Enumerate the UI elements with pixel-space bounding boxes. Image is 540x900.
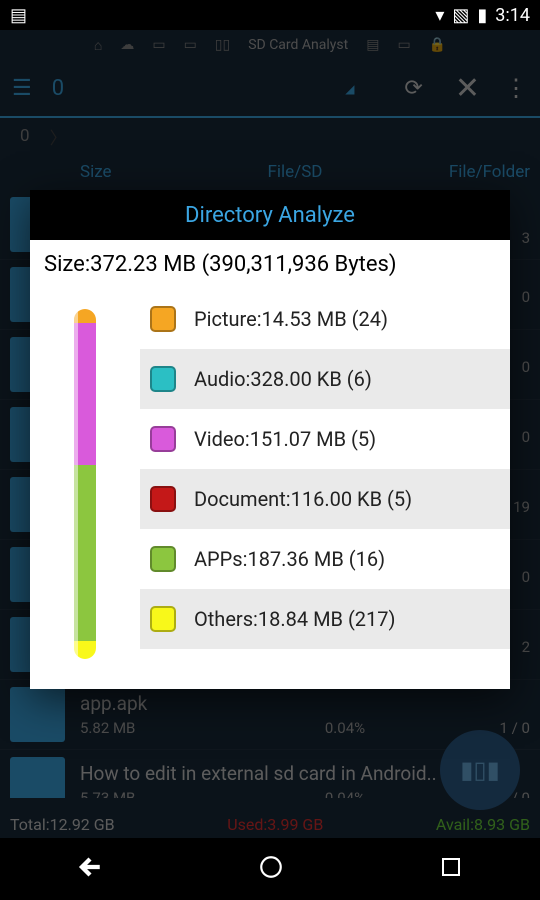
bar-segment xyxy=(74,641,96,659)
usage-bar-column xyxy=(30,289,140,689)
chat-icon[interactable]: ▭ xyxy=(397,37,410,53)
file-name: app.apk xyxy=(80,692,530,715)
screen-icon[interactable]: ▭ xyxy=(184,37,197,53)
nav-back-icon[interactable] xyxy=(77,854,103,884)
nav-bar xyxy=(0,838,540,900)
dialog-size-line: Size:372.23 MB (390,311,936 Bytes) xyxy=(30,240,510,289)
color-swatch xyxy=(150,366,176,392)
pc-icon[interactable]: ▭ xyxy=(152,37,165,53)
usage-vertical-bar xyxy=(74,309,96,659)
col-size[interactable]: Size xyxy=(80,162,180,182)
app-title: SD Card Analyst xyxy=(248,37,348,53)
category-label: APPs:187.36 MB (16) xyxy=(194,547,385,571)
file-size: 5.73 MB xyxy=(80,789,220,798)
category-row[interactable]: Document:116.00 KB (5) xyxy=(140,469,510,529)
home-icon[interactable]: ⌂ xyxy=(94,37,102,54)
color-swatch xyxy=(150,546,176,572)
cloud-icon[interactable]: ☁ xyxy=(120,37,134,53)
category-label: Audio:328.00 KB (6) xyxy=(194,367,372,391)
list-icon[interactable]: ☰ xyxy=(12,76,32,101)
category-label: Picture:14.53 MB (24) xyxy=(194,307,388,331)
file-thumb xyxy=(10,757,65,798)
wifi-icon: ▾ xyxy=(435,5,444,26)
bar-segment xyxy=(74,309,96,323)
bar-segment xyxy=(74,465,96,641)
status-bar: ▤ ▾ ▧ ▮ 3:14 xyxy=(0,0,540,30)
col-file-folder[interactable]: File/Folder xyxy=(410,162,530,182)
category-row[interactable]: Video:151.07 MB (5) xyxy=(140,409,510,469)
category-label: Document:116.00 KB (5) xyxy=(194,487,412,511)
storage-bar: Total:12.92 GB Used:3.99 GB Avail:8.93 G… xyxy=(0,798,540,838)
dialog-title: Directory Analyze xyxy=(185,203,355,228)
chevron-right-icon: 〉 xyxy=(50,124,67,149)
storage-avail: Avail:8.93 GB xyxy=(436,815,530,834)
sd-card-icon: ▤ xyxy=(10,5,27,26)
storage-total: Total:12.92 GB xyxy=(10,815,115,834)
mini-toolbar: ⌂ ☁ ▭ ▭ ▯▯ SD Card Analyst ▤ ▭ 🔒 xyxy=(0,30,540,60)
dropdown-arrow-icon: ◢ xyxy=(345,82,354,96)
selection-count[interactable]: 0 xyxy=(52,76,64,101)
category-label: Video:151.07 MB (5) xyxy=(194,427,376,451)
chip-icon[interactable]: ▤ xyxy=(366,37,379,53)
toolbar: ☰ 0 ◢ ⟳ ✕ ⋮ xyxy=(0,60,540,116)
breadcrumb-segment: 0 xyxy=(20,126,30,146)
nav-recent-icon[interactable] xyxy=(439,855,463,883)
battery-icon: ▮ xyxy=(477,5,487,26)
file-pct: 0.04% xyxy=(220,719,470,737)
color-swatch xyxy=(150,606,176,632)
color-swatch xyxy=(150,306,176,332)
bar-segment xyxy=(74,323,96,465)
dialog-title-bar: Directory Analyze xyxy=(30,190,510,240)
col-file-sd[interactable]: File/SD xyxy=(180,162,410,182)
directory-analyze-dialog: Directory Analyze Size:372.23 MB (390,31… xyxy=(30,190,510,689)
category-row[interactable]: Others:18.84 MB (217) xyxy=(140,589,510,649)
file-pct: 0.04% xyxy=(220,789,470,798)
column-headers: Size File/SD File/Folder xyxy=(0,154,540,190)
category-list: Picture:14.53 MB (24) Audio:328.00 KB (6… xyxy=(140,289,510,689)
category-row[interactable]: Picture:14.53 MB (24) xyxy=(140,289,510,349)
color-swatch xyxy=(150,486,176,512)
bar-chart-icon: ▮▯▮ xyxy=(460,756,500,784)
category-row[interactable]: Audio:328.00 KB (6) xyxy=(140,349,510,409)
breadcrumb[interactable]: 0 〉 xyxy=(0,118,540,154)
no-sim-icon: ▧ xyxy=(452,5,469,26)
file-size: 5.82 MB xyxy=(80,719,220,737)
lock-icon[interactable]: 🔒 xyxy=(429,37,446,53)
category-label: Others:18.84 MB (217) xyxy=(194,607,395,631)
clock: 3:14 xyxy=(495,5,530,26)
category-row[interactable]: APPs:187.36 MB (16) xyxy=(140,529,510,589)
storage-used: Used:3.99 GB xyxy=(227,815,323,834)
sd-icon[interactable]: ▯▯ xyxy=(215,37,230,53)
nav-home-icon[interactable] xyxy=(258,854,284,884)
file-thumb xyxy=(10,687,65,742)
more-icon[interactable]: ⋮ xyxy=(504,74,528,102)
color-swatch xyxy=(150,426,176,452)
close-icon[interactable]: ✕ xyxy=(455,71,480,106)
refresh-icon[interactable]: ⟳ xyxy=(404,76,422,101)
